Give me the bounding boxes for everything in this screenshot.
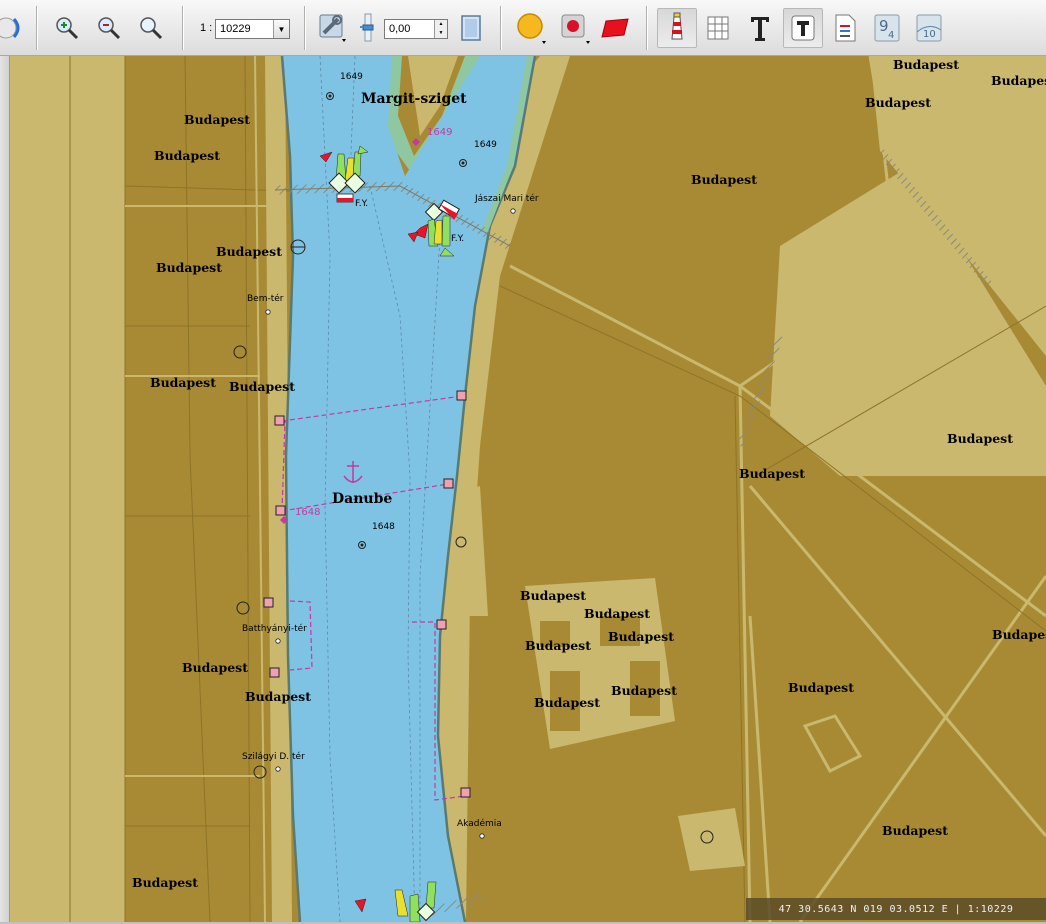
label-budapest: Budapest — [525, 638, 591, 653]
zoom-reset-button[interactable] — [134, 8, 168, 48]
text-icon — [791, 15, 815, 41]
lighthouse-button[interactable] — [657, 8, 697, 48]
label-km-1648-magenta: 1648 — [295, 507, 321, 518]
label-jaszai-mari-ter: Jászai Mari tér — [475, 194, 539, 204]
contour-icon: 10 — [916, 14, 942, 42]
coordinate-readout: 47 30.5643 N 019 03.0512 E | 1:10229 — [778, 903, 1014, 915]
zoom-in-button[interactable] — [50, 8, 84, 48]
label-danube: Danube — [332, 491, 393, 507]
grid-button[interactable] — [701, 8, 735, 48]
label-budapest: Budapest — [520, 588, 586, 603]
toolbar: 1 : 10229 ▼ 0,00 ▲ ▼ 9 4 10 — [0, 0, 1046, 56]
record-button[interactable] — [556, 8, 590, 48]
label-bem-ter: Bem-tér — [247, 294, 284, 304]
rectangle-button[interactable] — [598, 8, 632, 48]
label-budapest: Budapest — [865, 95, 931, 110]
label-budapest: Budapest — [245, 689, 311, 704]
text-tool-button[interactable] — [743, 8, 777, 48]
tools-icon — [319, 14, 346, 42]
svg-text:10: 10 — [923, 29, 936, 40]
toolbar-separator — [36, 6, 38, 50]
svg-text:4: 4 — [888, 30, 894, 41]
circle-button[interactable] — [512, 8, 546, 48]
circle-icon — [517, 13, 546, 44]
coordinate-status-bar: 47 30.5643 N 019 03.0512 E | 1:10229 — [746, 898, 1046, 920]
spin-down-icon[interactable]: ▼ — [435, 29, 447, 38]
label-budapest: Budapest — [184, 112, 250, 127]
label-szilagyi-ter: Szilágyi D. tér — [242, 752, 305, 762]
toolbar-separator — [646, 6, 648, 50]
label-budapest: Budapest — [992, 627, 1046, 642]
scale-combobox[interactable]: 10229 ▼ — [215, 19, 290, 39]
scale-prefix: 1 : — [200, 22, 213, 34]
chevron-down-icon[interactable]: ▼ — [273, 20, 289, 38]
lighthouse-icon — [671, 12, 683, 40]
label-fy: F.Y. — [451, 234, 465, 244]
back-icon — [0, 17, 20, 39]
depth-slider-icon — [360, 13, 374, 42]
toolbar-separator — [182, 6, 184, 50]
label-budapest: Budapest — [608, 629, 674, 644]
label-km-1649: 1649 — [474, 140, 497, 150]
label-budapest: Budapest — [584, 606, 650, 621]
depth-spinner[interactable]: ▲ ▼ — [434, 20, 447, 38]
zoom-out-button[interactable] — [92, 8, 126, 48]
legend-icon — [835, 14, 856, 42]
spin-up-icon[interactable]: ▲ — [435, 20, 447, 29]
toolbar-separator — [500, 6, 502, 50]
legend-button[interactable] — [828, 8, 862, 48]
label-budapest: Budapest — [154, 148, 220, 163]
label-budapest: Budapest — [991, 73, 1046, 88]
zoom-reset-icon — [140, 17, 163, 40]
label-budapest: Budapest — [132, 875, 198, 890]
depth-input[interactable]: 0,00 ▲ ▼ — [384, 19, 448, 39]
zoom-out-icon — [98, 17, 121, 40]
label-budapest: Budapest — [611, 683, 677, 698]
label-fy: F.Y. — [355, 199, 369, 209]
left-panel-edge[interactable] — [0, 56, 10, 924]
label-budapest: Budapest — [739, 466, 805, 481]
label-batthyanyi-ter: Batthyányi-tér — [242, 624, 307, 634]
contour-button[interactable]: 10 — [912, 8, 946, 48]
toolbar-separator — [304, 6, 306, 50]
label-km-1649: 1649 — [340, 72, 363, 82]
chart-map[interactable]: Margit-sziget Danube Budapest Budapest B… — [10, 56, 1046, 922]
label-km-1649-magenta: 1649 — [427, 127, 453, 138]
label-budapest: Budapest — [229, 379, 295, 394]
label-budapest: Budapest — [691, 172, 757, 187]
scale-value: 10229 — [220, 23, 251, 35]
page-icon — [461, 15, 481, 41]
label-budapest: Budapest — [534, 695, 600, 710]
sounding-button[interactable]: 9 4 — [870, 8, 904, 48]
zoom-in-icon — [56, 17, 79, 40]
label-budapest: Budapest — [216, 244, 282, 259]
page-button[interactable] — [454, 8, 488, 48]
label-budapest: Budapest — [947, 431, 1013, 446]
rectangle-icon — [601, 18, 629, 38]
label-km-1648: 1648 — [372, 522, 395, 532]
back-button[interactable] — [0, 8, 30, 48]
label-budapest: Budapest — [156, 260, 222, 275]
label-budapest: Budapest — [882, 823, 948, 838]
sounding-icon: 9 4 — [874, 14, 900, 42]
label-budapest: Budapest — [788, 680, 854, 695]
text-tool-icon — [751, 17, 769, 41]
label-akademia: Akadémia — [457, 819, 502, 829]
map-canvas — [10, 56, 1046, 922]
grid-icon — [707, 16, 729, 40]
tools-button[interactable] — [316, 8, 350, 48]
text-button[interactable] — [783, 8, 823, 48]
depth-slider-button[interactable] — [350, 8, 384, 48]
label-budapest: Budapest — [150, 375, 216, 390]
depth-value: 0,00 — [389, 23, 411, 35]
label-budapest: Budapest — [893, 57, 959, 72]
label-margit-sziget: Margit-sziget — [361, 91, 467, 107]
record-icon — [561, 14, 590, 44]
label-budapest: Budapest — [182, 660, 248, 675]
